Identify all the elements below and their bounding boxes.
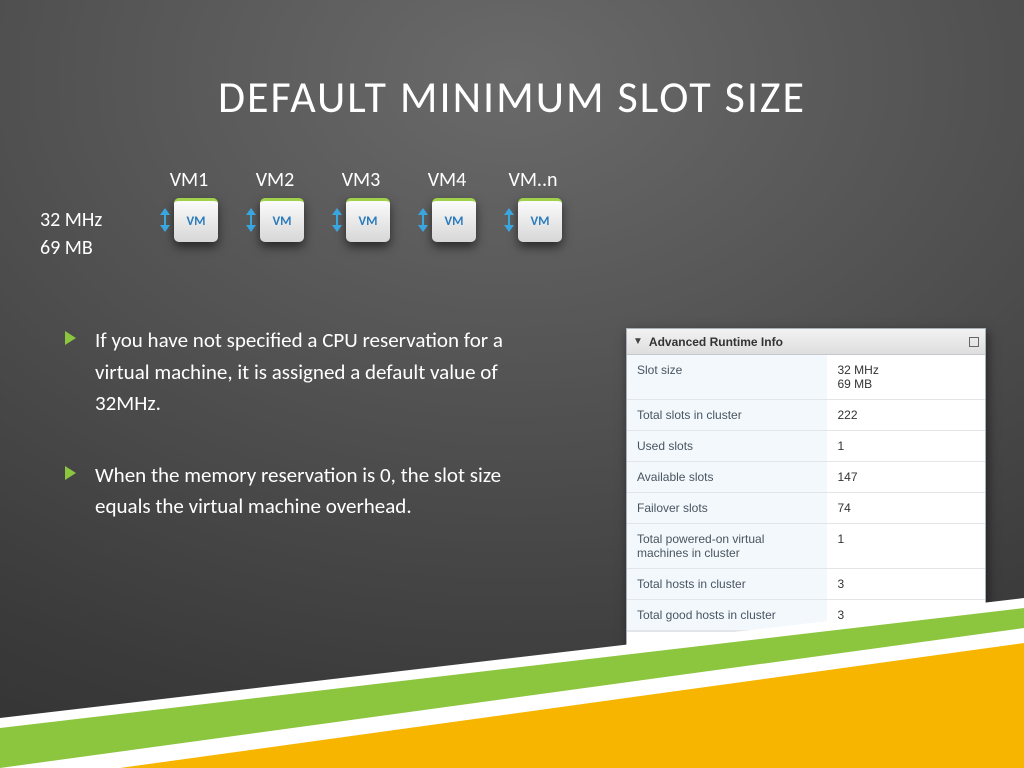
resize-grip-icon[interactable] bbox=[973, 648, 984, 659]
row-key: Total good hosts in cluster bbox=[627, 600, 827, 631]
row-value: 147 bbox=[827, 462, 985, 493]
collapse-icon[interactable]: ▼ bbox=[633, 336, 643, 347]
row-key: Failover slots bbox=[627, 493, 827, 524]
vm-label: VM4 bbox=[428, 168, 467, 192]
table-row: Total good hosts in cluster3 bbox=[627, 600, 985, 631]
panel-title: Advanced Runtime Info bbox=[649, 335, 783, 349]
slot-spec-cpu: 32 MHz bbox=[40, 206, 102, 234]
table-row: Used slots1 bbox=[627, 431, 985, 462]
row-key: Total slots in cluster bbox=[627, 400, 827, 431]
vm-label: VM1 bbox=[170, 168, 209, 192]
vm-tile: VM bbox=[174, 198, 218, 242]
panel-footer: Refresh bbox=[627, 631, 985, 660]
vm-tile: VM bbox=[260, 198, 304, 242]
slot-spec: 32 MHz 69 MB bbox=[40, 206, 102, 262]
vm-label: VM3 bbox=[342, 168, 381, 192]
runtime-table: Slot size32 MHz 69 MBTotal slots in clus… bbox=[627, 355, 985, 631]
vm-item: VM4 VM bbox=[418, 168, 476, 242]
slide: DEFAULT MINIMUM SLOT SIZE 32 MHz 69 MB V… bbox=[0, 0, 1024, 768]
bullet-item: When the memory reservation is 0, the sl… bbox=[65, 460, 525, 523]
vm-item: VM2 VM bbox=[246, 168, 304, 242]
row-value: 3 bbox=[827, 600, 985, 631]
vm-row: VM1 VM VM2 VM VM3 VM VM4 VM VM..n VM bbox=[160, 168, 562, 242]
row-value: 1 bbox=[827, 524, 985, 569]
resize-arrows-icon bbox=[246, 208, 256, 232]
row-key: Slot size bbox=[627, 355, 827, 400]
table-row: Failover slots74 bbox=[627, 493, 985, 524]
table-row: Total powered-on virtual machines in clu… bbox=[627, 524, 985, 569]
row-value: 222 bbox=[827, 400, 985, 431]
runtime-info-panel: ▼ Advanced Runtime Info Slot size32 MHz … bbox=[626, 328, 986, 661]
vm-item: VM..n VM bbox=[504, 168, 562, 242]
bullet-item: If you have not specified a CPU reservat… bbox=[65, 325, 525, 420]
resize-arrows-icon bbox=[418, 208, 428, 232]
vm-label: VM2 bbox=[256, 168, 295, 192]
resize-arrows-icon bbox=[160, 208, 170, 232]
panel-header[interactable]: ▼ Advanced Runtime Info bbox=[627, 329, 985, 355]
refresh-link[interactable]: Refresh bbox=[933, 638, 975, 652]
row-key: Available slots bbox=[627, 462, 827, 493]
bullet-list: If you have not specified a CPU reservat… bbox=[65, 325, 525, 563]
vm-tile: VM bbox=[518, 198, 562, 242]
table-row: Total hosts in cluster3 bbox=[627, 569, 985, 600]
row-value: 74 bbox=[827, 493, 985, 524]
vm-tile: VM bbox=[432, 198, 476, 242]
row-key: Total powered-on virtual machines in clu… bbox=[627, 524, 827, 569]
vm-tile: VM bbox=[346, 198, 390, 242]
slot-spec-mem: 69 MB bbox=[40, 234, 102, 262]
vm-label: VM..n bbox=[508, 168, 557, 192]
slide-title: DEFAULT MINIMUM SLOT SIZE bbox=[0, 70, 1024, 124]
row-key: Total hosts in cluster bbox=[627, 569, 827, 600]
resize-arrows-icon bbox=[504, 208, 514, 232]
vm-item: VM3 VM bbox=[332, 168, 390, 242]
row-value: 1 bbox=[827, 431, 985, 462]
table-row: Slot size32 MHz 69 MB bbox=[627, 355, 985, 400]
vm-item: VM1 VM bbox=[160, 168, 218, 242]
row-key: Used slots bbox=[627, 431, 827, 462]
table-row: Total slots in cluster222 bbox=[627, 400, 985, 431]
row-value: 3 bbox=[827, 569, 985, 600]
resize-arrows-icon bbox=[332, 208, 342, 232]
maximize-icon[interactable] bbox=[969, 337, 979, 347]
row-value: 32 MHz 69 MB bbox=[827, 355, 985, 400]
table-row: Available slots147 bbox=[627, 462, 985, 493]
